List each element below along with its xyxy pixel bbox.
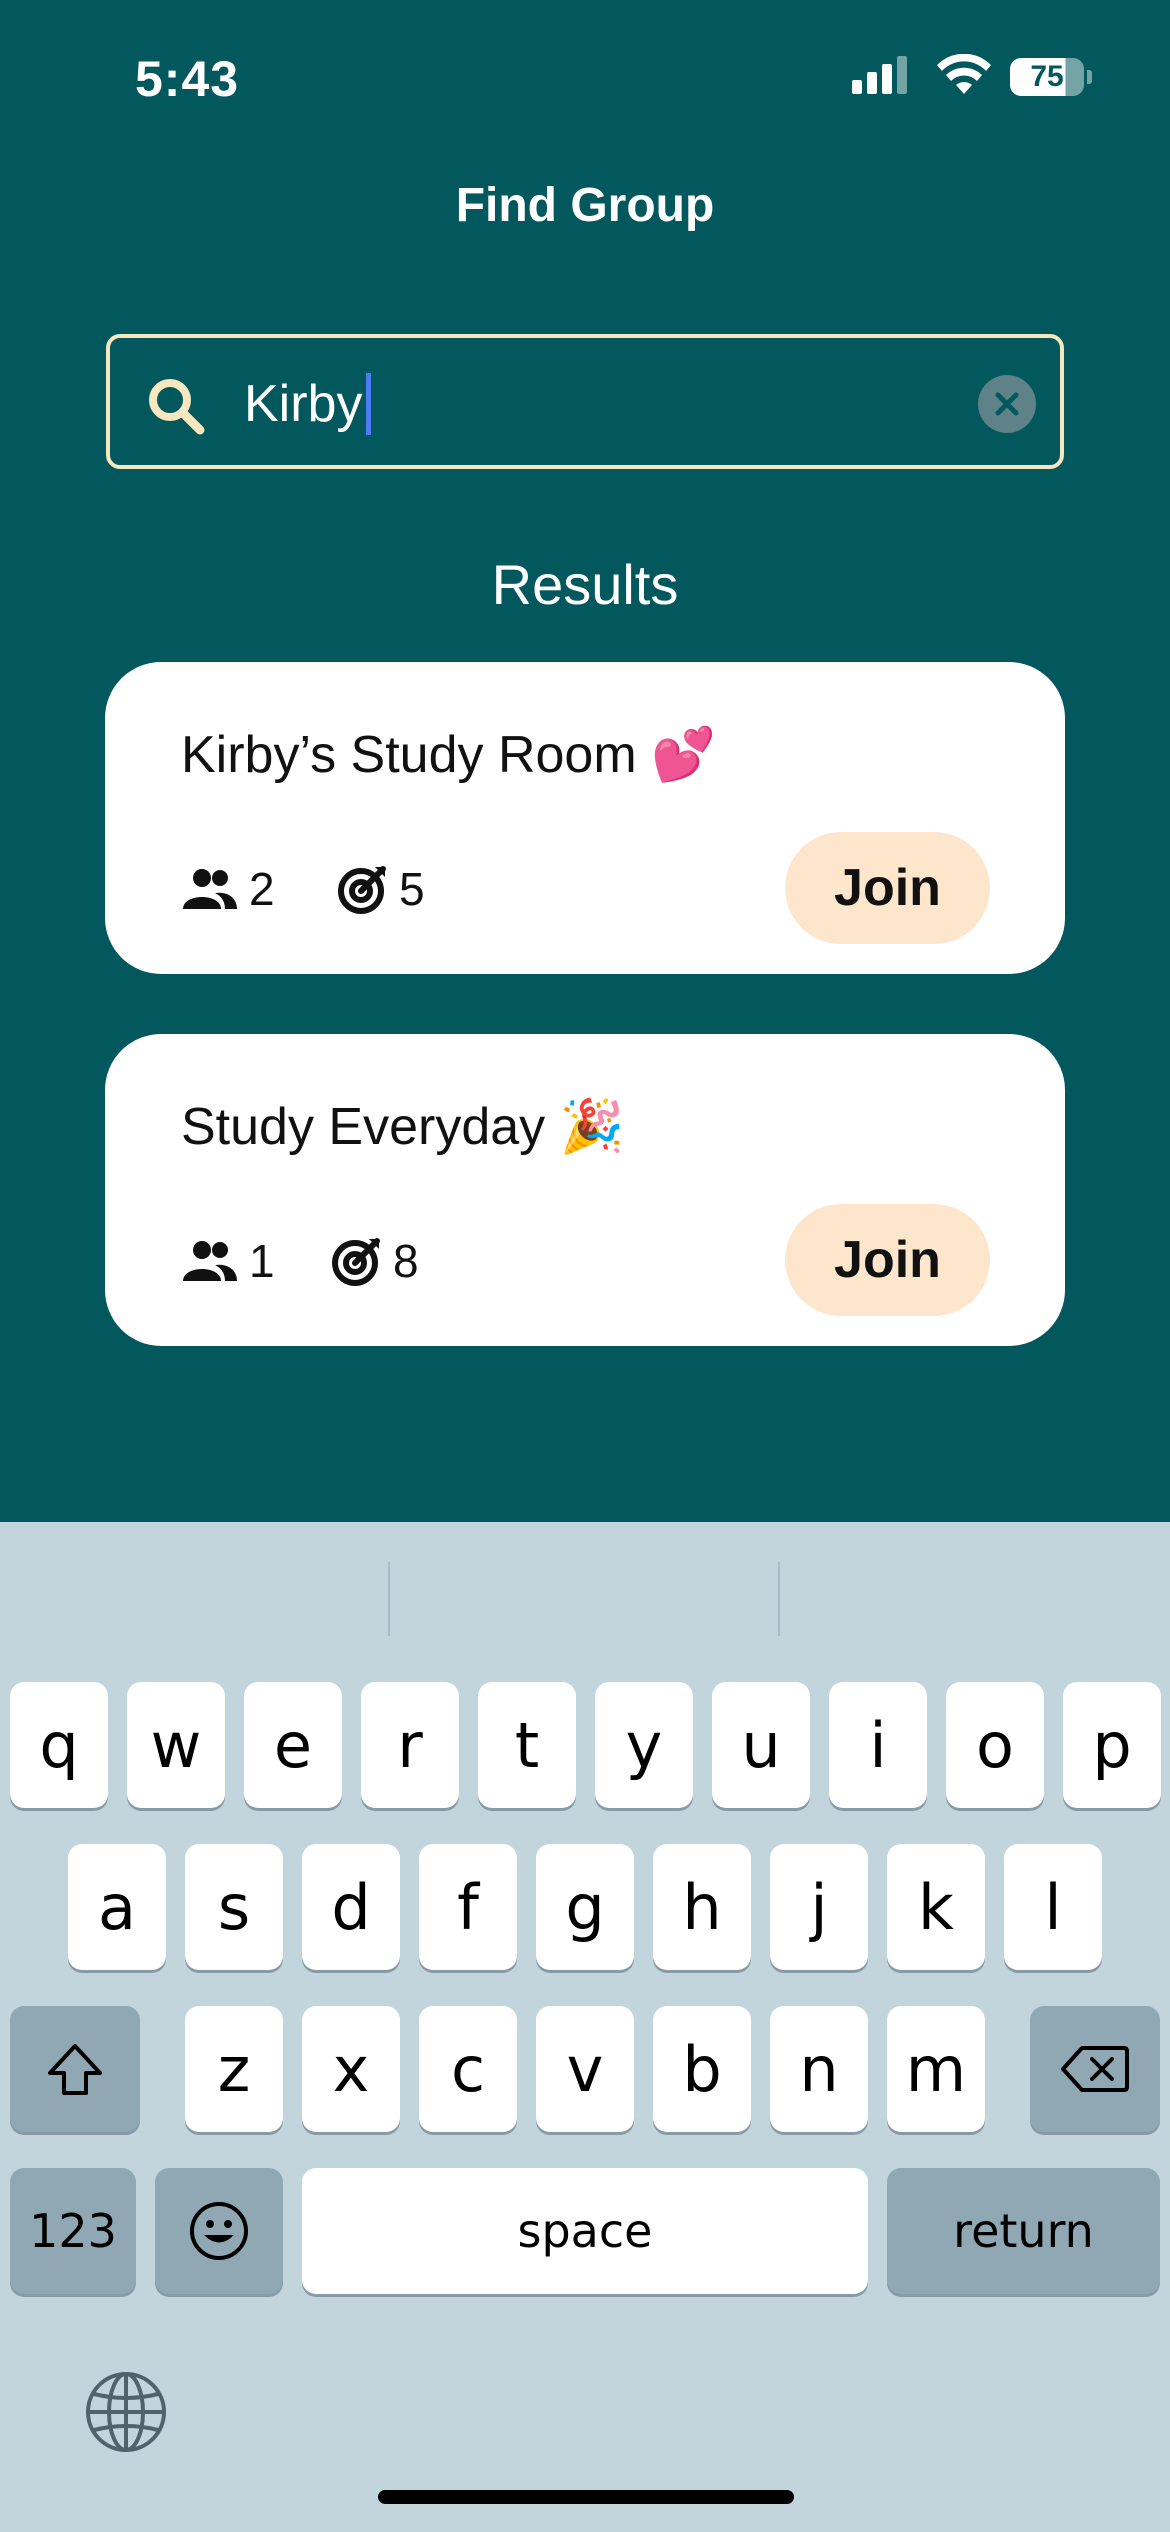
keyboard: q w e r t y u i o p a s d f g h j k l z … [0, 1522, 1170, 2532]
key-r[interactable]: r [361, 1682, 459, 1808]
emoji-key[interactable] [155, 2168, 283, 2294]
page-title: Find Group [455, 179, 715, 232]
space-key[interactable]: space [302, 2168, 868, 2294]
key-e[interactable]: e [244, 1682, 342, 1808]
return-key[interactable]: return [887, 2168, 1160, 2294]
key-w[interactable]: w [127, 1682, 225, 1808]
key-g[interactable]: g [536, 1844, 634, 1970]
goals-value: 8 [393, 1235, 419, 1287]
battery-tip [1087, 70, 1092, 84]
key-y[interactable]: y [595, 1682, 693, 1808]
clear-icon [995, 392, 1019, 416]
members-count: 1 [181, 1234, 275, 1288]
status-icons: 75 [852, 52, 1092, 100]
group-card: Kirby’s Study Room 💕 2 5 Join [105, 662, 1065, 974]
group-card: Study Everyday 🎉 1 8 Join [105, 1034, 1065, 1346]
suggestion-divider [388, 1562, 390, 1636]
key-o[interactable]: o [946, 1682, 1044, 1808]
group-title: Kirby’s Study Room 💕 [181, 726, 716, 784]
key-k[interactable]: k [887, 1844, 985, 1970]
shift-key[interactable] [10, 2006, 140, 2132]
people-icon [183, 869, 237, 909]
search-icon [149, 379, 205, 435]
key-z[interactable]: z [185, 2006, 283, 2132]
battery-icon: 75 [1010, 58, 1084, 96]
key-d[interactable]: d [302, 1844, 400, 1970]
key-b[interactable]: b [653, 2006, 751, 2132]
key-h[interactable]: h [653, 1844, 751, 1970]
members-count: 2 [181, 862, 275, 916]
target-icon [338, 866, 386, 914]
results-heading: Results [491, 553, 679, 616]
key-f[interactable]: f [419, 1844, 517, 1970]
key-m[interactable]: m [887, 2006, 985, 2132]
status-time: 5:43 [135, 51, 240, 107]
key-i[interactable]: i [829, 1682, 927, 1808]
numbers-key[interactable]: 123 [10, 2168, 136, 2294]
globe-icon[interactable] [84, 2370, 168, 2454]
key-a[interactable]: a [68, 1844, 166, 1970]
key-x[interactable]: x [302, 2006, 400, 2132]
suggestion-divider [778, 1562, 780, 1636]
home-indicator[interactable] [378, 2490, 794, 2504]
join-button[interactable]: Join [785, 1204, 990, 1316]
key-c[interactable]: c [419, 2006, 517, 2132]
join-button[interactable]: Join [785, 832, 990, 944]
goals-count: 5 [337, 862, 425, 916]
clear-search-button[interactable] [978, 375, 1036, 433]
key-n[interactable]: n [770, 2006, 868, 2132]
key-v[interactable]: v [536, 2006, 634, 2132]
wifi-icon [937, 54, 991, 94]
key-s[interactable]: s [185, 1844, 283, 1970]
key-j[interactable]: j [770, 1844, 868, 1970]
people-icon [183, 1241, 237, 1281]
key-t[interactable]: t [478, 1682, 576, 1808]
shift-icon [48, 2044, 102, 2095]
goals-value: 5 [399, 863, 425, 915]
backspace-icon [1061, 2046, 1129, 2092]
text-cursor [366, 373, 371, 435]
search-input[interactable]: Kirby [244, 374, 362, 434]
key-q[interactable]: q [10, 1682, 108, 1808]
group-title: Study Everyday 🎉 [181, 1098, 625, 1156]
members-value: 1 [249, 1235, 275, 1287]
target-icon [332, 1238, 380, 1286]
search-field[interactable]: Kirby [106, 334, 1064, 469]
key-u[interactable]: u [712, 1682, 810, 1808]
key-l[interactable]: l [1004, 1844, 1102, 1970]
members-value: 2 [249, 863, 275, 915]
emoji-icon [190, 2202, 248, 2260]
delete-key[interactable] [1030, 2006, 1160, 2132]
goals-count: 8 [331, 1234, 419, 1288]
key-p[interactable]: p [1063, 1682, 1161, 1808]
